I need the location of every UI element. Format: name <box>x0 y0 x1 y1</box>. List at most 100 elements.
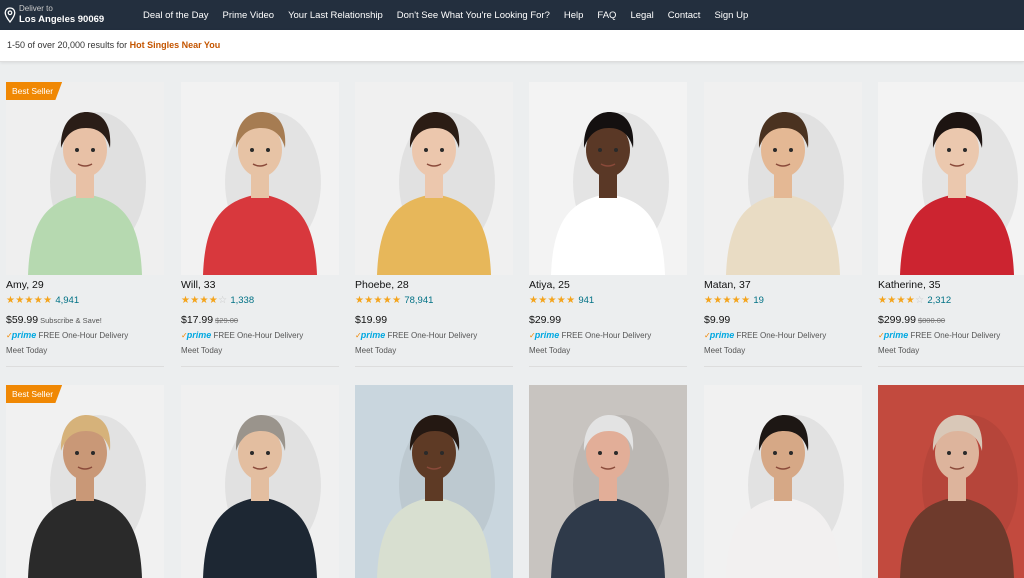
star-full-icon: ★ <box>722 295 732 306</box>
product-title[interactable]: Amy, 29 <box>6 279 44 291</box>
deliver-location: Los Angeles 90069 <box>19 14 105 26</box>
nav-legal[interactable]: Legal <box>630 10 653 21</box>
product-card[interactable] <box>878 385 1024 578</box>
product-title[interactable]: Atiya, 25 <box>529 279 570 291</box>
product-title[interactable]: Matan, 37 <box>704 279 751 291</box>
nav-links: Deal of the Day Prime Video Your Last Re… <box>143 0 762 30</box>
review-count[interactable]: 1,338 <box>230 295 254 306</box>
product-title[interactable]: Katherine, 35 <box>878 279 940 291</box>
product-photo[interactable] <box>529 385 687 578</box>
prime-delivery: ✓prime FREE One-Hour Delivery <box>704 330 826 340</box>
product-card[interactable] <box>529 385 687 578</box>
delivery-text: FREE One-Hour Delivery <box>38 331 129 340</box>
product-photo[interactable] <box>6 82 164 275</box>
product-card[interactable] <box>355 385 513 578</box>
delivery-text: FREE One-Hour Delivery <box>561 331 652 340</box>
star-rating[interactable]: ★★★★★ 19 <box>704 295 764 306</box>
card-divider <box>878 366 1024 367</box>
nav-your-last-relationship[interactable]: Your Last Relationship <box>288 10 383 21</box>
product-photo[interactable] <box>704 82 862 275</box>
star-half-icon: ★ <box>208 295 219 306</box>
best-seller-badge: Best Seller <box>6 82 63 100</box>
review-count[interactable]: 4,941 <box>55 295 79 306</box>
product-card[interactable]: Best Seller Amy, 29 ★★★★★ 4,941 $59.99 Subscr… <box>6 82 164 372</box>
star-full-icon: ★ <box>547 295 557 306</box>
star-rating[interactable]: ★★★★★ 4,941 <box>6 295 79 306</box>
star-half-icon: ★ <box>392 295 402 306</box>
meet-today-label: Meet Today <box>181 346 223 355</box>
product-card[interactable]: Katherine, 35 ★★★★☆ 2,312 $299.99 $800.00 ✓pr… <box>878 82 1024 372</box>
star-half-icon: ★ <box>43 295 53 306</box>
meet-today-label: Meet Today <box>529 346 571 355</box>
nav-dont-see-what-youre-looking-for[interactable]: Don't See What You're Looking For? <box>397 10 550 21</box>
product-photo[interactable] <box>181 82 339 275</box>
nav-sign-up[interactable]: Sign Up <box>714 10 748 21</box>
product-card[interactable]: Atiya, 25 ★★★★★ 941 $29.99 ✓prime FREE One-H… <box>529 82 687 372</box>
meet-today-label: Meet Today <box>704 346 746 355</box>
star-full-icon: ★ <box>896 295 906 306</box>
star-full-icon: ★ <box>373 295 383 306</box>
search-query[interactable]: Hot Singles Near You <box>130 40 221 50</box>
product-photo[interactable] <box>878 82 1024 275</box>
meet-today-label: Meet Today <box>878 346 920 355</box>
product-card[interactable]: Phoebe, 28 ★★★★★ 78,941 $19.99 ✓prime FREE O… <box>355 82 513 372</box>
product-photo[interactable] <box>529 82 687 275</box>
person-photo-illustration <box>203 112 321 275</box>
card-divider <box>6 366 164 367</box>
review-count[interactable]: 19 <box>753 295 764 306</box>
product-title[interactable]: Will, 33 <box>181 279 215 291</box>
star-full-icon: ★ <box>704 295 714 306</box>
product-card[interactable] <box>704 385 862 578</box>
price: $9.99 <box>704 314 731 326</box>
price-row: $9.99 <box>704 314 730 326</box>
meet-today-label: Meet Today <box>355 346 397 355</box>
product-photo[interactable] <box>355 82 513 275</box>
star-full-icon: ★ <box>181 295 191 306</box>
star-rating[interactable]: ★★★★☆ 1,338 <box>181 295 254 306</box>
product-card[interactable]: Will, 33 ★★★★☆ 1,338 $17.99 $29.00 ✓prime FRE… <box>181 82 339 372</box>
star-rating[interactable]: ★★★★★ 941 <box>529 295 594 306</box>
star-rating[interactable]: ★★★★★ 78,941 <box>355 295 433 306</box>
review-count[interactable]: 78,941 <box>404 295 433 306</box>
person-photo-illustration <box>377 415 495 578</box>
product-card[interactable]: Best Seller <box>6 385 164 578</box>
prime-logo: prime <box>11 330 37 340</box>
person-photo-illustration <box>726 415 844 578</box>
product-photo[interactable] <box>6 385 164 578</box>
delivery-text: FREE One-Hour Delivery <box>213 331 304 340</box>
nav-deal-of-the-day[interactable]: Deal of the Day <box>143 10 208 21</box>
prime-delivery: ✓prime FREE One-Hour Delivery <box>878 330 1000 340</box>
product-photo[interactable] <box>181 385 339 578</box>
product-photo[interactable] <box>355 385 513 578</box>
person-photo-illustration <box>900 112 1018 275</box>
star-full-icon: ★ <box>190 295 200 306</box>
nav-contact[interactable]: Contact <box>668 10 701 21</box>
person-photo-illustration <box>900 415 1018 578</box>
price-row: $59.99 Subscribe & Save! <box>6 314 102 326</box>
product-title[interactable]: Phoebe, 28 <box>355 279 409 291</box>
star-rating[interactable]: ★★★★☆ 2,312 <box>878 295 951 306</box>
nav-help[interactable]: Help <box>564 10 584 21</box>
price: $19.99 <box>355 314 388 326</box>
prime-logo: prime <box>709 330 735 340</box>
price: $59.99 <box>6 314 39 326</box>
results-count: 1-50 of over 20,000 results for <box>7 40 130 50</box>
nav-prime-video[interactable]: Prime Video <box>222 10 274 21</box>
product-photo[interactable] <box>878 385 1024 578</box>
nav-faq[interactable]: FAQ <box>597 10 616 21</box>
star-full-icon: ★ <box>538 295 548 306</box>
price-row: $299.99 $800.00 <box>878 314 945 326</box>
best-seller-badge: Best Seller <box>6 385 63 403</box>
star-half-icon: ★ <box>566 295 576 306</box>
product-card[interactable] <box>181 385 339 578</box>
deliver-to-location[interactable]: Deliver to Los Angeles 90069 <box>4 2 104 28</box>
star-full-icon: ★ <box>878 295 888 306</box>
star-full-icon: ★ <box>24 295 34 306</box>
review-count[interactable]: 941 <box>578 295 594 306</box>
product-photo[interactable] <box>704 385 862 578</box>
review-count[interactable]: 2,312 <box>927 295 951 306</box>
star-full-icon: ★ <box>15 295 25 306</box>
product-card[interactable]: Matan, 37 ★★★★★ 19 $9.99 ✓prime FREE One-Hou… <box>704 82 862 372</box>
prime-delivery: ✓prime FREE One-Hour Delivery <box>181 330 303 340</box>
delivery-text: FREE One-Hour Delivery <box>736 331 827 340</box>
